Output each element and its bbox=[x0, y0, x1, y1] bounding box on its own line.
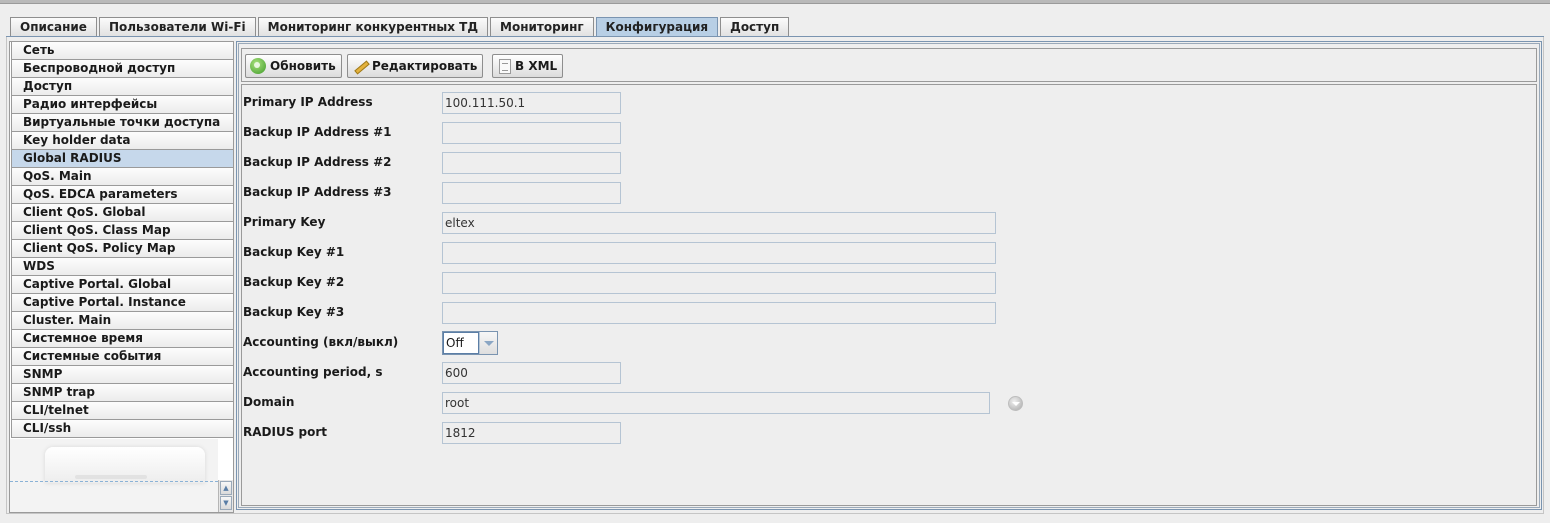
export-xml-button[interactable]: В XML bbox=[492, 54, 564, 78]
sidebar-item-cli-telnet[interactable]: CLI/telnet bbox=[11, 402, 233, 420]
toolbar: Обновить Редактировать В XML bbox=[241, 48, 1537, 82]
row-backup-ip-2: Backup IP Address #2 bbox=[242, 152, 1532, 174]
radius-form: Primary IP Address 100.111.50.1 Backup I… bbox=[241, 84, 1537, 506]
domain-label: Domain bbox=[243, 395, 295, 409]
row-backup-ip-3: Backup IP Address #3 bbox=[242, 182, 1532, 204]
tab-configuration[interactable]: Конфигурация bbox=[595, 17, 719, 37]
backup-ip-2-field[interactable] bbox=[442, 152, 621, 174]
tab-wifi-users[interactable]: Пользователи Wi-Fi bbox=[98, 17, 256, 37]
radius-port-label: RADIUS port bbox=[243, 425, 328, 439]
sidebar-item-radio-interfaces[interactable]: Радио интерфейсы bbox=[11, 96, 233, 114]
row-backup-ip-1: Backup IP Address #1 bbox=[242, 122, 1532, 144]
row-accounting-period: Accounting period, s 600 bbox=[242, 362, 1532, 384]
row-radius-port: RADIUS port 1812 bbox=[242, 422, 1532, 444]
sidebar-item-access[interactable]: Доступ bbox=[11, 78, 233, 96]
radius-port-field[interactable]: 1812 bbox=[442, 422, 621, 444]
tab-competitor-ap-monitoring[interactable]: Мониторинг конкурентных ТД bbox=[257, 17, 489, 37]
sidebar-item-system-time[interactable]: Системное время bbox=[11, 330, 233, 348]
row-primary-ip: Primary IP Address 100.111.50.1 bbox=[242, 92, 1532, 114]
sidebar-item-wds[interactable]: WDS bbox=[11, 258, 233, 276]
accounting-select[interactable]: Off bbox=[442, 331, 498, 355]
row-primary-key: Primary Key eltex bbox=[242, 212, 1532, 234]
accounting-period-label: Accounting period, s bbox=[243, 365, 383, 379]
wave-decoration bbox=[10, 481, 218, 484]
backup-ip-1-label: Backup IP Address #1 bbox=[243, 125, 392, 139]
accounting-select-value: Off bbox=[443, 332, 479, 354]
primary-key-field[interactable]: eltex bbox=[442, 212, 996, 234]
edit-button[interactable]: Редактировать bbox=[347, 54, 484, 78]
sidebar-item-system-events[interactable]: Системные события bbox=[11, 348, 233, 366]
row-accounting: Accounting (вкл/выкл) Off bbox=[242, 331, 1532, 355]
pencil-icon bbox=[352, 58, 368, 74]
edit-button-label: Редактировать bbox=[372, 59, 478, 73]
scroll-down-icon[interactable]: ▼ bbox=[220, 496, 232, 510]
row-domain: Domain root bbox=[242, 392, 1532, 414]
config-panel-inner: Обновить Редактировать В XML Primary IP … bbox=[238, 43, 1540, 508]
sidebar-item-captive-portal-instance[interactable]: Captive Portal. Instance bbox=[11, 294, 233, 312]
sidebar-item-global-radius[interactable]: Global RADIUS bbox=[11, 150, 233, 168]
refresh-button-label: Обновить bbox=[270, 59, 336, 73]
window-top-border bbox=[0, 0, 1550, 4]
device-slot bbox=[75, 475, 147, 479]
export-xml-button-label: В XML bbox=[515, 59, 558, 73]
domain-dropdown-icon[interactable] bbox=[1008, 396, 1023, 411]
sidebar-item-qos-edca[interactable]: QoS. EDCA parameters bbox=[11, 186, 233, 204]
config-sidebar: Сеть Беспроводной доступ Доступ Радио ин… bbox=[9, 41, 234, 513]
chevron-down-icon[interactable] bbox=[479, 332, 497, 354]
backup-key-2-field[interactable] bbox=[442, 272, 996, 294]
sidebar-scrollbar[interactable]: ▲ ▼ bbox=[218, 480, 233, 512]
tab-access[interactable]: Доступ bbox=[720, 17, 790, 37]
sidebar-item-captive-portal-global[interactable]: Captive Portal. Global bbox=[11, 276, 233, 294]
sidebar-item-client-qos-policy-map[interactable]: Client QoS. Policy Map bbox=[11, 240, 233, 258]
sidebar-item-cluster-main[interactable]: Cluster. Main bbox=[11, 312, 233, 330]
sidebar-item-virtual-aps[interactable]: Виртуальные точки доступа bbox=[11, 114, 233, 132]
backup-key-3-field[interactable] bbox=[442, 302, 996, 324]
backup-key-3-label: Backup Key #3 bbox=[243, 305, 345, 319]
row-backup-key-3: Backup Key #3 bbox=[242, 302, 1532, 324]
document-icon bbox=[499, 58, 511, 74]
refresh-icon bbox=[250, 58, 266, 74]
backup-ip-1-field[interactable] bbox=[442, 122, 621, 144]
sidebar-item-client-qos-global[interactable]: Client QoS. Global bbox=[11, 204, 233, 222]
backup-ip-3-field[interactable] bbox=[442, 182, 621, 204]
refresh-button[interactable]: Обновить bbox=[245, 54, 342, 78]
sidebar-item-wireless-access[interactable]: Беспроводной доступ bbox=[11, 60, 233, 78]
accounting-period-field[interactable]: 600 bbox=[442, 362, 621, 384]
row-backup-key-2: Backup Key #2 bbox=[242, 272, 1532, 294]
row-backup-key-1: Backup Key #1 bbox=[242, 242, 1532, 264]
primary-ip-field[interactable]: 100.111.50.1 bbox=[442, 92, 621, 114]
sidebar-item-key-holder-data[interactable]: Key holder data bbox=[11, 132, 233, 150]
backup-ip-2-label: Backup IP Address #2 bbox=[243, 155, 392, 169]
device-image bbox=[10, 439, 218, 512]
backup-key-1-label: Backup Key #1 bbox=[243, 245, 345, 259]
sidebar-item-network[interactable]: Сеть bbox=[11, 42, 233, 60]
sidebar-item-cli-ssh[interactable]: CLI/ssh bbox=[11, 420, 233, 438]
primary-key-label: Primary Key bbox=[243, 215, 326, 229]
config-panel: Обновить Редактировать В XML Primary IP … bbox=[236, 41, 1542, 510]
sidebar-item-qos-main[interactable]: QoS. Main bbox=[11, 168, 233, 186]
backup-key-2-label: Backup Key #2 bbox=[243, 275, 345, 289]
accounting-label: Accounting (вкл/выкл) bbox=[243, 335, 399, 349]
backup-key-1-field[interactable] bbox=[442, 242, 996, 264]
sidebar-item-client-qos-class-map[interactable]: Client QoS. Class Map bbox=[11, 222, 233, 240]
sidebar-item-snmp-trap[interactable]: SNMP trap bbox=[11, 384, 233, 402]
tab-monitoring[interactable]: Мониторинг bbox=[490, 17, 594, 37]
tab-description[interactable]: Описание bbox=[10, 17, 97, 37]
domain-field[interactable]: root bbox=[442, 392, 990, 414]
main-tabs: Описание Пользователи Wi-Fi Мониторинг к… bbox=[10, 17, 791, 37]
sidebar-item-snmp[interactable]: SNMP bbox=[11, 366, 233, 384]
scroll-up-icon[interactable]: ▲ bbox=[220, 481, 232, 495]
primary-ip-label: Primary IP Address bbox=[243, 95, 373, 109]
backup-ip-3-label: Backup IP Address #3 bbox=[243, 185, 392, 199]
